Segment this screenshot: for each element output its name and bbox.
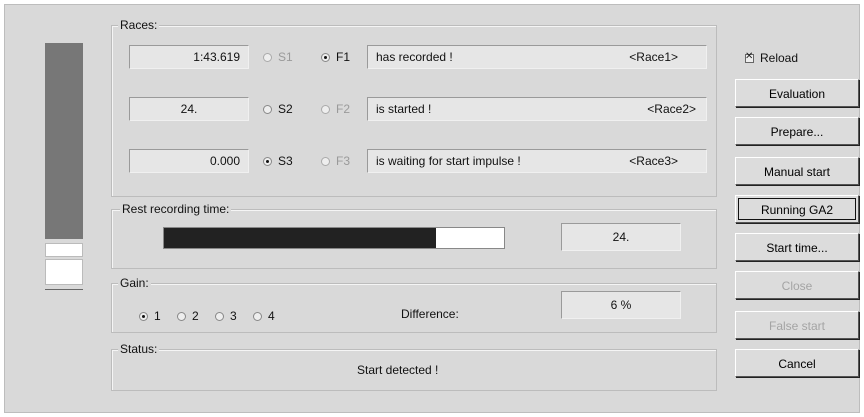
race1-name: <Race1> bbox=[629, 50, 678, 64]
false-start-button[interactable]: False start bbox=[735, 311, 859, 339]
radio-dot bbox=[321, 156, 330, 166]
radio-label: F2 bbox=[336, 102, 351, 116]
level-meter-segment bbox=[45, 259, 83, 285]
button-label: Manual start bbox=[763, 165, 831, 179]
radio-label: F1 bbox=[336, 50, 351, 64]
checkbox-checked bbox=[745, 51, 754, 63]
radio-dot bbox=[253, 311, 262, 321]
gain-group-title: Gain: bbox=[118, 276, 151, 290]
race2-start-radio[interactable]: S2 bbox=[263, 102, 293, 116]
gain-option-4[interactable]: 4 bbox=[253, 309, 275, 323]
race3-status-text: is waiting for start impulse ! bbox=[376, 154, 521, 168]
recording-progress-bar bbox=[163, 227, 505, 249]
gain-option-1[interactable]: 1 bbox=[139, 309, 161, 323]
status-group-title: Status: bbox=[118, 342, 160, 356]
gain-option-3[interactable]: 3 bbox=[215, 309, 237, 323]
race2-status-field: is started ! <Race2> bbox=[367, 97, 707, 121]
button-label: False start bbox=[768, 319, 825, 333]
race2-finish-radio[interactable]: F2 bbox=[321, 102, 350, 116]
race1-status-text: has recorded ! bbox=[376, 50, 453, 64]
races-group-title: Races: bbox=[118, 18, 160, 32]
recording-time-field: 24. bbox=[561, 223, 681, 251]
button-label: Prepare... bbox=[770, 125, 824, 139]
button-label: Running GA2 bbox=[760, 203, 834, 217]
level-meter-segment bbox=[45, 243, 83, 257]
level-meter-line bbox=[45, 289, 83, 290]
manual-start-button[interactable]: Manual start bbox=[735, 157, 859, 185]
radio-dot bbox=[215, 311, 224, 321]
race3-finish-radio[interactable]: F3 bbox=[321, 154, 350, 168]
gain-option-2[interactable]: 2 bbox=[177, 309, 199, 323]
start-time-button[interactable]: Start time... bbox=[735, 233, 859, 261]
race2-time-field: 24. bbox=[129, 97, 249, 121]
radio-dot bbox=[263, 104, 272, 114]
race3-name: <Race3> bbox=[629, 154, 678, 168]
radio-label: 2 bbox=[192, 309, 199, 323]
race3-status-field: is waiting for start impulse ! <Race3> bbox=[367, 149, 707, 173]
evaluation-button[interactable]: Evaluation bbox=[735, 79, 859, 107]
race2-name: <Race2> bbox=[647, 102, 696, 116]
race1-finish-radio[interactable]: F1 bbox=[321, 50, 350, 64]
reload-checkbox[interactable]: Reload bbox=[745, 51, 798, 65]
race1-start-radio[interactable]: S1 bbox=[263, 50, 293, 64]
reload-label: Reload bbox=[760, 51, 799, 65]
status-text: Start detected ! bbox=[357, 363, 439, 377]
button-label: Cancel bbox=[778, 357, 816, 371]
radio-label: S2 bbox=[278, 102, 293, 116]
radio-label: F3 bbox=[336, 154, 351, 168]
radio-dot bbox=[177, 311, 186, 321]
prepare-button[interactable]: Prepare... bbox=[735, 117, 859, 145]
radio-label: 4 bbox=[268, 309, 275, 323]
difference-field: 6 % bbox=[561, 291, 681, 319]
race1-time-field: 1:43.619 bbox=[129, 45, 249, 69]
level-meter-bar bbox=[45, 43, 83, 239]
radio-label: S1 bbox=[278, 50, 293, 64]
cancel-button[interactable]: Cancel bbox=[735, 349, 859, 377]
race3-start-radio[interactable]: S3 bbox=[263, 154, 293, 168]
radio-dot bbox=[321, 104, 330, 114]
difference-label: Difference: bbox=[401, 307, 459, 321]
radio-dot-selected bbox=[139, 311, 148, 321]
radio-dot-selected bbox=[321, 52, 330, 62]
race-timer-dialog: Races: 1:43.619 S1 F1 has recorded ! <Ra… bbox=[4, 4, 860, 413]
radio-label: 3 bbox=[230, 309, 237, 323]
race2-status-text: is started ! bbox=[376, 102, 432, 116]
radio-dot-selected bbox=[263, 156, 272, 166]
running-button[interactable]: Running GA2 bbox=[735, 195, 859, 223]
recording-group-title: Rest recording time: bbox=[120, 202, 232, 216]
race1-status-field: has recorded ! <Race1> bbox=[367, 45, 707, 69]
button-label: Evaluation bbox=[768, 87, 826, 101]
radio-dot bbox=[263, 52, 272, 62]
radio-label: 1 bbox=[154, 309, 161, 323]
radio-label: S3 bbox=[278, 154, 293, 168]
race3-time-field: 0.000 bbox=[129, 149, 249, 173]
button-label: Start time... bbox=[766, 241, 828, 255]
recording-progress-fill bbox=[164, 228, 436, 248]
close-button[interactable]: Close bbox=[735, 271, 859, 299]
level-meter bbox=[41, 33, 87, 297]
button-label: Close bbox=[781, 279, 813, 293]
